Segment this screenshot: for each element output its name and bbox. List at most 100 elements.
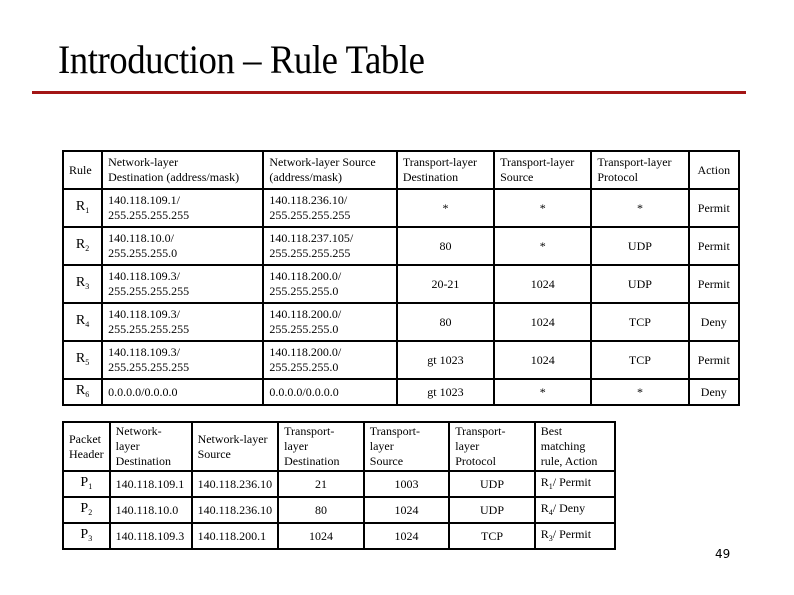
tr-dst: 21 (314, 476, 327, 491)
tr-dst-cell: 80 (395, 226, 496, 266)
tr-dst: * (442, 200, 449, 215)
tr-dst-cell: * (395, 188, 496, 228)
cell-text-line: 140.118.109.3/ (108, 345, 180, 359)
net-src-cell: 140.118.236.10/255.255.255.255 (262, 188, 398, 228)
best-match-cell: R3/ Permit (533, 522, 617, 550)
protocol-cell: UDP (448, 496, 536, 524)
tr-src-cell: 1024 (493, 340, 593, 380)
tr-src-cell: * (493, 378, 593, 406)
cell-text-line: Transport-layer (500, 155, 575, 169)
cell-text-line: Transport-layer (597, 155, 672, 169)
cell-text-line: 140.118.200.0/ (269, 269, 342, 283)
cell-text-line: Transport-layer (284, 424, 335, 453)
cell-text-line: 0.0.0.0/0.0.0.0 (269, 384, 339, 399)
protocol-cell: TCP (448, 522, 536, 550)
packet-row: P2 140.118.10.0 140.118.236.10 80 1024 UDP R4/… (62, 496, 617, 524)
tr-src: * (539, 384, 546, 399)
protocol: UDP (627, 238, 652, 253)
protocol: UDP (627, 276, 652, 291)
tr-dst-cell: 1024 (277, 522, 365, 550)
match-action: / Permit (552, 474, 592, 489)
tr-dst: 1024 (308, 528, 333, 543)
tr-src: 1024 (394, 528, 419, 543)
column-header: Network-layer Destination (address/mask) (101, 150, 265, 190)
rule-id: R1 (61, 188, 104, 228)
net-dst-cell: 140.118.109.3/255.255.255.255 (101, 264, 265, 304)
tr-src-cell: * (493, 188, 593, 228)
net-src-cell: 0.0.0.0/0.0.0.0 (262, 378, 398, 406)
net-src-cell: 140.118.237.105/255.255.255.255 (262, 226, 398, 266)
net-dst: 140.118.10.0 (115, 502, 179, 517)
cell-text-line: Destination (402, 170, 459, 184)
packet-table: Packet Header Network-layer Destination Netw… (62, 421, 617, 550)
cell-text-line: 255.255.255.255 (108, 284, 190, 298)
column-header: Transport-layer Destination (395, 150, 496, 190)
protocol-cell: TCP (590, 302, 690, 342)
protocol-cell: UDP (590, 264, 690, 304)
rule-subscript: 4 (85, 319, 90, 329)
packet-subscript: 1 (88, 481, 93, 491)
protocol: TCP (628, 352, 651, 367)
tr-dst-cell: 80 (395, 302, 496, 342)
packet-row: P3 140.118.109.3 140.118.200.1 1024 1024 TCP R… (62, 522, 617, 550)
tr-dst: 80 (439, 314, 452, 329)
cell-text-line: Transport-layer (369, 424, 420, 453)
tr-src: * (539, 238, 546, 253)
cell-text-line: 140.118.200.0/ (269, 345, 342, 359)
protocol-cell: * (590, 188, 690, 228)
action-cell: Permit (687, 340, 741, 380)
protocol: TCP (480, 528, 503, 543)
rule-row: R6 0.0.0.0/0.0.0.0 0.0.0.0/0.0.0.0 gt 1023 *… (61, 378, 741, 406)
cell-text-line: 255.255.255.255 (269, 208, 351, 222)
net-dst-cell: 140.118.109.3/255.255.255.255 (101, 340, 265, 380)
cell-text-line: Source (500, 170, 534, 184)
page-number: 49 (715, 547, 731, 561)
column-header: Transport-layer Destination (277, 421, 365, 472)
cell-text-line: 140.118.109.1/ (108, 193, 180, 207)
tr-src: 1024 (530, 352, 555, 367)
cell-text-line: 255.255.255.255 (269, 246, 351, 260)
cell-text-line: 140.118.236.10/ (269, 193, 348, 207)
action: Permit (697, 276, 730, 291)
column-header: Transport-layer Protocol (448, 421, 536, 472)
action-cell: Permit (687, 226, 741, 266)
tr-src-cell: 1024 (362, 496, 451, 524)
cell-text-line: Protocol (455, 454, 496, 468)
rule-letter: R (75, 198, 86, 214)
net-src-cell: 140.118.200.0/255.255.255.0 (262, 340, 398, 380)
best-match-cell: R4/ Deny (533, 496, 617, 524)
rule-id: R4 (61, 302, 104, 342)
tr-dst-cell: gt 1023 (395, 340, 496, 380)
match-action: / Permit (552, 526, 592, 541)
cell-text-line: Destination (address/mask) (108, 170, 240, 184)
packet-id: P2 (62, 496, 111, 524)
cell-text-line: Packet (69, 431, 101, 446)
protocol: UDP (479, 502, 504, 517)
column-header: Rule (61, 150, 104, 190)
cell-text-line: Network-layer (197, 431, 268, 446)
rule-id: R3 (61, 264, 104, 304)
rule-table: Rule Network-layer Destination (address/ma… (61, 150, 741, 406)
rule-subscript: 3 (85, 281, 90, 291)
match-rule-letter: R (540, 526, 549, 541)
cell-text-line: 140.118.109.3/ (108, 269, 180, 283)
tr-src: 1003 (394, 476, 419, 491)
net-dst-cell: 0.0.0.0/0.0.0.0 (101, 378, 265, 406)
tr-src-cell: 1024 (493, 302, 593, 342)
net-dst-cell: 140.118.109.1 (108, 470, 193, 498)
rule-subscript: 5 (85, 357, 90, 367)
cell-text-line: 255.255.255.255 (108, 208, 190, 222)
column-header: Network-layer Destination (108, 421, 193, 472)
net-dst: 140.118.109.3 (115, 528, 185, 543)
net-dst-cell: 140.118.109.3 (108, 522, 193, 550)
net-dst: 140.118.109.1 (115, 476, 185, 491)
tr-dst-cell: 21 (277, 470, 365, 498)
column-header: Packet Header (62, 421, 111, 472)
tr-dst: 80 (439, 238, 452, 253)
rule-subscript: 6 (85, 389, 90, 399)
protocol-cell: * (590, 378, 690, 406)
net-src-cell: 140.118.200.0/255.255.255.0 (262, 264, 398, 304)
cell-text-line: Rule (69, 162, 92, 177)
protocol-cell: UDP (590, 226, 690, 266)
action: Deny (700, 384, 727, 399)
